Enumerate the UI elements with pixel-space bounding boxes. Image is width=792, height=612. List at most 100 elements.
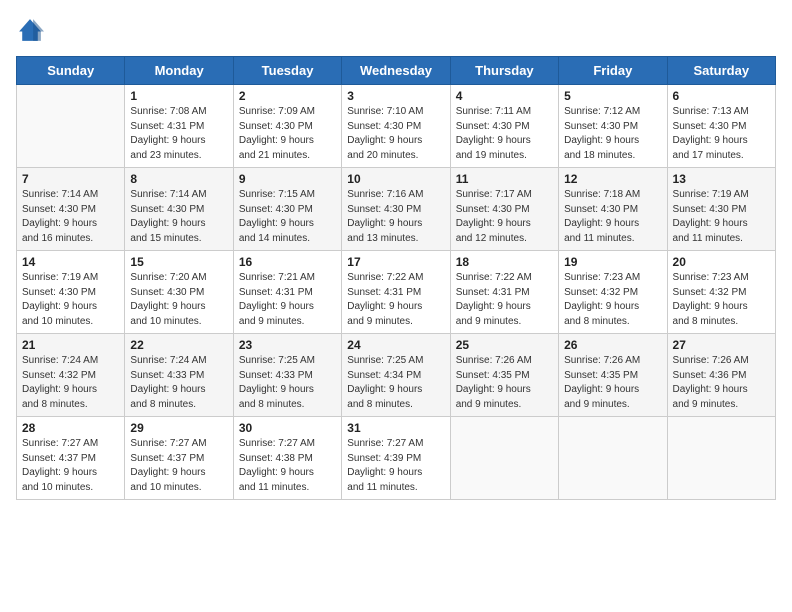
day-info: Sunrise: 7:25 AM Sunset: 4:33 PM Dayligh… [239,354,336,412]
calendar-header-row: SundayMondayTuesdayWednesdayThursdayFrid… [17,57,776,85]
calendar-cell: 16 Sunrise: 7:21 AM Sunset: 4:31 PM Dayli… [233,251,341,334]
day-info: Sunrise: 7:17 AM Sunset: 4:30 PM Dayligh… [456,188,553,246]
page-container: SundayMondayTuesdayWednesdayThursdayFrid… [0,0,792,612]
calendar-cell: 29 Sunrise: 7:27 AM Sunset: 4:37 PM Dayli… [125,417,233,500]
calendar-cell: 24 Sunrise: 7:25 AM Sunset: 4:34 PM Dayli… [342,334,450,417]
day-info: Sunrise: 7:12 AM Sunset: 4:30 PM Dayligh… [564,105,661,163]
logo-icon [16,16,44,44]
day-number: 4 [456,89,553,103]
day-number: 20 [673,255,770,269]
day-info: Sunrise: 7:09 AM Sunset: 4:30 PM Dayligh… [239,105,336,163]
day-info: Sunrise: 7:24 AM Sunset: 4:32 PM Dayligh… [22,354,119,412]
calendar-week-row: 14 Sunrise: 7:19 AM Sunset: 4:30 PM Dayli… [17,251,776,334]
calendar-header-wednesday: Wednesday [342,57,450,85]
calendar-cell: 25 Sunrise: 7:26 AM Sunset: 4:35 PM Dayli… [450,334,558,417]
day-info: Sunrise: 7:27 AM Sunset: 4:37 PM Dayligh… [130,437,227,495]
day-info: Sunrise: 7:27 AM Sunset: 4:39 PM Dayligh… [347,437,444,495]
day-number: 11 [456,172,553,186]
calendar-cell: 13 Sunrise: 7:19 AM Sunset: 4:30 PM Dayli… [667,168,775,251]
calendar-cell [559,417,667,500]
day-number: 13 [673,172,770,186]
day-info: Sunrise: 7:26 AM Sunset: 4:35 PM Dayligh… [456,354,553,412]
day-number: 17 [347,255,444,269]
day-number: 12 [564,172,661,186]
calendar-cell: 2 Sunrise: 7:09 AM Sunset: 4:30 PM Daylig… [233,85,341,168]
calendar-cell: 19Sunrise: 7:23 AM Sunset: 4:32 PM Dayli… [559,251,667,334]
day-info: Sunrise: 7:27 AM Sunset: 4:37 PM Dayligh… [22,437,119,495]
calendar-cell [450,417,558,500]
day-info: Sunrise: 7:24 AM Sunset: 4:33 PM Dayligh… [130,354,227,412]
day-number: 26 [564,338,661,352]
day-number: 21 [22,338,119,352]
day-number: 6 [673,89,770,103]
day-info: Sunrise: 7:11 AM Sunset: 4:30 PM Dayligh… [456,105,553,163]
calendar-header-saturday: Saturday [667,57,775,85]
day-info: Sunrise: 7:19 AM Sunset: 4:30 PM Dayligh… [673,188,770,246]
calendar-cell: 1 Sunrise: 7:08 AM Sunset: 4:31 PM Daylig… [125,85,233,168]
day-info: Sunrise: 7:22 AM Sunset: 4:31 PM Dayligh… [347,271,444,329]
day-number: 2 [239,89,336,103]
calendar-cell: 17 Sunrise: 7:22 AM Sunset: 4:31 PM Dayli… [342,251,450,334]
day-info: Sunrise: 7:26 AM Sunset: 4:35 PM Dayligh… [564,354,661,412]
calendar-table: SundayMondayTuesdayWednesdayThursdayFrid… [16,56,776,500]
calendar-cell: 6 Sunrise: 7:13 AM Sunset: 4:30 PM Daylig… [667,85,775,168]
day-number: 10 [347,172,444,186]
calendar-cell: 9 Sunrise: 7:15 AM Sunset: 4:30 PM Daylig… [233,168,341,251]
calendar-cell: 26 Sunrise: 7:26 AM Sunset: 4:35 PM Dayli… [559,334,667,417]
calendar-cell: 8 Sunrise: 7:14 AM Sunset: 4:30 PM Daylig… [125,168,233,251]
day-info: Sunrise: 7:10 AM Sunset: 4:30 PM Dayligh… [347,105,444,163]
day-info: Sunrise: 7:20 AM Sunset: 4:30 PM Dayligh… [130,271,227,329]
calendar-cell [667,417,775,500]
day-info: Sunrise: 7:18 AM Sunset: 4:30 PM Dayligh… [564,188,661,246]
calendar-week-row: 21 Sunrise: 7:24 AM Sunset: 4:32 PM Dayli… [17,334,776,417]
calendar-cell: 22 Sunrise: 7:24 AM Sunset: 4:33 PM Dayli… [125,334,233,417]
calendar-week-row: 28Sunrise: 7:27 AM Sunset: 4:37 PM Dayli… [17,417,776,500]
day-info: Sunrise: 7:23 AM Sunset: 4:32 PM Dayligh… [564,271,661,329]
calendar-header-tuesday: Tuesday [233,57,341,85]
calendar-week-row: 7 Sunrise: 7:14 AM Sunset: 4:30 PM Daylig… [17,168,776,251]
day-number: 16 [239,255,336,269]
calendar-cell: 3 Sunrise: 7:10 AM Sunset: 4:30 PM Daylig… [342,85,450,168]
day-info: Sunrise: 7:27 AM Sunset: 4:38 PM Dayligh… [239,437,336,495]
day-number: 8 [130,172,227,186]
day-info: Sunrise: 7:16 AM Sunset: 4:30 PM Dayligh… [347,188,444,246]
calendar-cell: 15 Sunrise: 7:20 AM Sunset: 4:30 PM Dayli… [125,251,233,334]
calendar-cell: 31 Sunrise: 7:27 AM Sunset: 4:39 PM Dayli… [342,417,450,500]
day-number: 18 [456,255,553,269]
day-number: 31 [347,421,444,435]
day-info: Sunrise: 7:21 AM Sunset: 4:31 PM Dayligh… [239,271,336,329]
calendar-cell: 21 Sunrise: 7:24 AM Sunset: 4:32 PM Dayli… [17,334,125,417]
day-info: Sunrise: 7:19 AM Sunset: 4:30 PM Dayligh… [22,271,119,329]
day-number: 14 [22,255,119,269]
calendar-header-thursday: Thursday [450,57,558,85]
day-number: 9 [239,172,336,186]
calendar-header-sunday: Sunday [17,57,125,85]
day-info: Sunrise: 7:14 AM Sunset: 4:30 PM Dayligh… [130,188,227,246]
day-number: 1 [130,89,227,103]
day-number: 24 [347,338,444,352]
calendar-cell: 10 Sunrise: 7:16 AM Sunset: 4:30 PM Dayli… [342,168,450,251]
day-info: Sunrise: 7:23 AM Sunset: 4:32 PM Dayligh… [673,271,770,329]
calendar-cell: 11 Sunrise: 7:17 AM Sunset: 4:30 PM Dayli… [450,168,558,251]
day-number: 23 [239,338,336,352]
day-number: 22 [130,338,227,352]
day-info: Sunrise: 7:08 AM Sunset: 4:31 PM Dayligh… [130,105,227,163]
calendar-cell: 4 Sunrise: 7:11 AM Sunset: 4:30 PM Daylig… [450,85,558,168]
calendar-cell: 23 Sunrise: 7:25 AM Sunset: 4:33 PM Dayli… [233,334,341,417]
day-number: 15 [130,255,227,269]
header [16,16,776,44]
calendar-header-monday: Monday [125,57,233,85]
day-number: 3 [347,89,444,103]
calendar-cell: 7Sunrise: 7:14 AM Sunset: 4:30 PM Daylig… [17,168,125,251]
day-info: Sunrise: 7:22 AM Sunset: 4:31 PM Dayligh… [456,271,553,329]
day-number: 30 [239,421,336,435]
calendar-cell: 5Sunrise: 7:12 AM Sunset: 4:30 PM Daylig… [559,85,667,168]
day-info: Sunrise: 7:15 AM Sunset: 4:30 PM Dayligh… [239,188,336,246]
day-number: 7 [22,172,119,186]
calendar-cell: 12 Sunrise: 7:18 AM Sunset: 4:30 PM Dayli… [559,168,667,251]
day-number: 29 [130,421,227,435]
day-info: Sunrise: 7:25 AM Sunset: 4:34 PM Dayligh… [347,354,444,412]
day-info: Sunrise: 7:13 AM Sunset: 4:30 PM Dayligh… [673,105,770,163]
calendar-cell: 20 Sunrise: 7:23 AM Sunset: 4:32 PM Dayli… [667,251,775,334]
day-number: 25 [456,338,553,352]
